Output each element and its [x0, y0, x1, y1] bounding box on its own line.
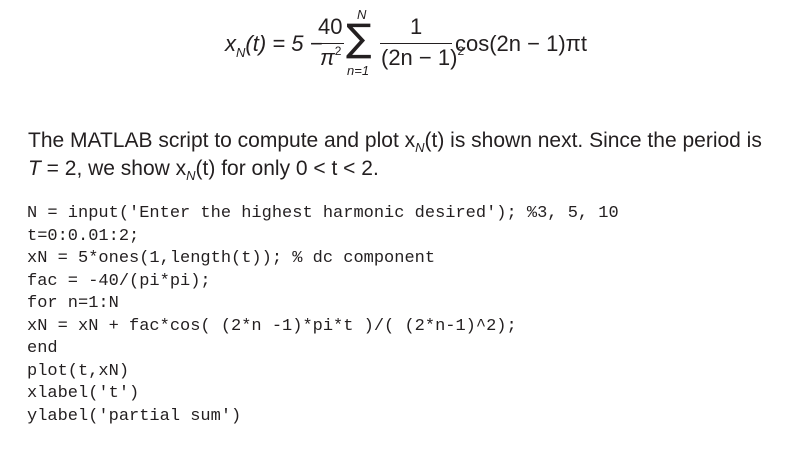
code-line: xlabel('t')	[27, 384, 140, 403]
frac1-numerator: 40	[318, 14, 343, 39]
code-line: ylabel('partial sum')	[27, 406, 242, 426]
sum-lower-limit: n=1	[347, 63, 370, 78]
description-paragraph: The MATLAB script to compute and plot xN…	[28, 128, 788, 184]
code-line: xN = xN + fac*cos( (2*n -1)*pi*t )/( (2*…	[27, 316, 517, 336]
fourier-partial-sum-equation: xN(t) = 5 − 40 π2 N ∑ n=1 1 (2n − 1)2 co…	[0, 0, 806, 90]
summation-icon: ∑	[346, 16, 372, 60]
frac2-denominator-base: (2n − 1)	[381, 45, 458, 70]
code-line: t=0:0.01:2;	[27, 226, 140, 246]
paragraph-line-2-end: (t) for only 0 < t < 2.	[195, 157, 379, 180]
paragraph-line-1: The MATLAB script to compute and plot xN…	[28, 128, 788, 156]
code-line: xN = 5*ones(1,length(t)); % dc component	[27, 249, 436, 268]
code-line: N = input('Enter the highest harmonic de…	[27, 204, 619, 223]
paragraph-line-2-subscript: N	[186, 168, 196, 183]
equation-lhs: xN(t) = 5 −	[225, 31, 323, 60]
paragraph-line-2: T = 2, we show xN(t) for only 0 < t < 2.	[28, 156, 788, 184]
paragraph-line-1-end: (t) is shown next. Since the period is	[424, 129, 762, 152]
lhs-variable: x	[225, 31, 236, 56]
cosine-term: cos(2n − 1)πt	[455, 31, 587, 56]
paragraph-line-1-start: The MATLAB script to compute and plot x	[28, 129, 416, 152]
lhs-argument: (t) = 5 −	[245, 31, 323, 56]
paragraph-line-2-middle: = 2, we show x	[40, 157, 187, 180]
frac1-denominator: π2	[320, 44, 342, 71]
paragraph-line-1-subscript: N	[415, 140, 425, 155]
document-page: xN(t) = 5 − 40 π2 N ∑ n=1 1 (2n − 1)2 co…	[0, 0, 806, 453]
matlab-code-listing: N = input('Enter the highest harmonic de…	[27, 203, 619, 428]
frac2-numerator: 1	[410, 14, 423, 39]
frac1-denominator-exponent: 2	[334, 44, 342, 58]
code-line: plot(t,xN)	[27, 361, 130, 381]
code-line: fac = -40/(pi*pi);	[27, 271, 211, 291]
code-line: end	[27, 339, 58, 358]
lhs-subscript: N	[236, 45, 246, 60]
period-symbol: T	[28, 157, 41, 180]
frac2-denominator: (2n − 1)2	[381, 44, 464, 71]
frac1-denominator-base: π	[320, 45, 335, 70]
code-line: for n=1:N	[27, 294, 119, 313]
